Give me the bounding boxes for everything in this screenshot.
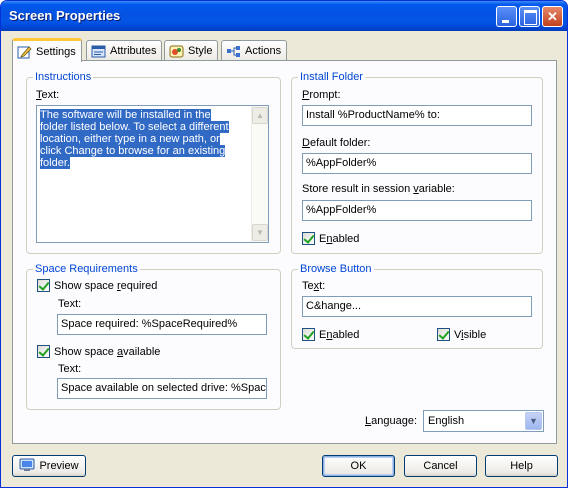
instructions-text-value: The software will be installed in the fo… [40,109,229,169]
store-result-input[interactable]: %AppFolder% [302,200,532,221]
chevron-down-icon[interactable]: ▼ [525,412,542,430]
show-space-available-label[interactable]: Show space available [54,346,160,358]
style-icon [169,45,184,58]
attributes-icon [91,45,106,58]
prompt-label: Prompt: [302,89,341,101]
prompt-input[interactable]: Install %ProductName% to: [302,105,532,126]
browse-enabled-label[interactable]: Enabled [319,329,359,341]
tab-settings[interactable]: Settings [12,38,82,62]
default-folder-label: Default folder: [302,137,371,149]
browse-button-legend: Browse Button [300,263,372,275]
tab-actions-label: Actions [245,45,282,57]
tab-attributes[interactable]: Attributes [86,40,163,61]
tab-style[interactable]: Style [164,40,219,61]
install-enabled-checkbox[interactable] [302,232,315,245]
instructions-legend: Instructions [35,71,92,83]
instructions-textarea[interactable]: The software will be installed in the fo… [36,105,269,243]
language-label: Language: [365,415,418,427]
browse-text-label: Text: [302,280,326,292]
space-requirements-legend: Space Requirements [35,263,138,275]
available-text-input[interactable]: Space available on selected drive: %Spac [57,378,267,399]
available-text-label: Text: [58,363,82,375]
store-result-label: Store result in session variable: [302,183,455,195]
maximize-button[interactable] [519,6,540,27]
ok-button[interactable]: OK [322,455,395,477]
screen-properties-window: Screen Properties ✕ Settings Attributes … [0,0,568,488]
ok-button-label: OK [350,460,367,472]
language-value: English [428,415,465,427]
instructions-text-label: Text: [36,89,60,101]
browse-enabled-checkbox[interactable] [302,328,315,341]
show-space-available-checkbox[interactable] [37,345,50,358]
show-space-required-label[interactable]: Show space required [54,280,157,292]
tab-attributes-label: Attributes [110,45,157,57]
install-enabled-label[interactable]: Enabled [319,233,359,245]
required-text-input[interactable]: Space required: %SpaceRequired% [57,314,267,335]
instructions-scrollbar[interactable]: ▲ ▼ [251,106,268,242]
preview-button[interactable]: Preview [12,455,86,477]
show-space-required-checkbox[interactable] [37,279,50,292]
help-button-label: Help [510,460,533,472]
preview-button-label: Preview [39,460,79,472]
browse-visible-label[interactable]: Visible [454,329,486,341]
actions-icon [226,45,241,58]
minimize-button[interactable] [496,6,517,27]
title-bar[interactable]: Screen Properties ✕ [1,1,567,31]
tab-settings-label: Settings [36,45,76,58]
tab-actions[interactable]: Actions [221,40,288,61]
default-folder-input[interactable]: %AppFolder% [302,153,532,174]
browse-text-input[interactable]: C&hange... [302,296,532,317]
help-button[interactable]: Help [485,455,558,477]
required-text-label: Text: [58,298,82,310]
cancel-button-label: Cancel [423,460,458,472]
language-select[interactable]: English ▼ [423,410,544,432]
browse-visible-checkbox[interactable] [437,328,450,341]
cancel-button[interactable]: Cancel [404,455,477,477]
close-button[interactable]: ✕ [542,6,563,27]
preview-icon [19,458,35,475]
pencil-icon [17,45,32,59]
window-title: Screen Properties [9,8,121,23]
scroll-down-icon[interactable]: ▼ [252,224,268,241]
install-folder-legend: Install Folder [300,71,363,83]
scroll-up-icon[interactable]: ▲ [252,107,268,124]
tab-style-label: Style [188,45,213,57]
